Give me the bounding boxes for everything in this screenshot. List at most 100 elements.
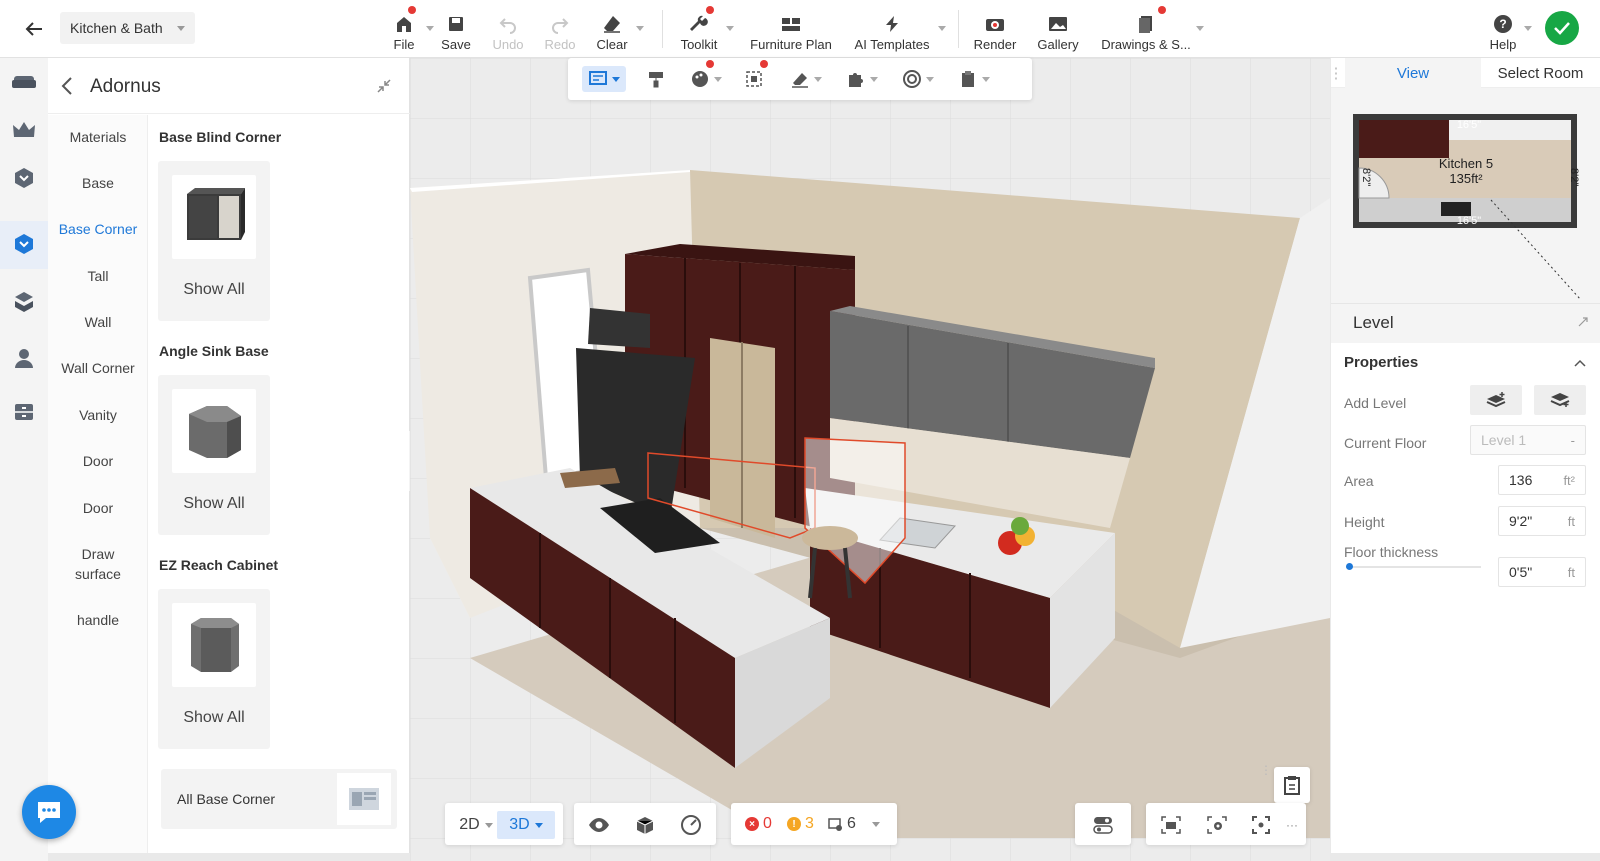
view-2d-button[interactable]: 2D <box>451 811 501 839</box>
drag-handle-icon[interactable]: ⋮ <box>1329 58 1344 88</box>
target-button[interactable] <box>902 66 942 92</box>
product-card[interactable]: Show All <box>158 589 270 749</box>
performance-button[interactable] <box>676 811 706 839</box>
category-item[interactable]: Door <box>48 451 148 471</box>
current-floor-select[interactable]: Level 1 - <box>1470 425 1586 455</box>
drag-handle-icon[interactable]: ⋮ <box>1260 763 1272 787</box>
kitchen-3d-render <box>410 58 1330 861</box>
floor-thickness-field[interactable]: 0'5" ft <box>1498 557 1586 587</box>
area-field[interactable]: 136 ft² <box>1498 465 1586 495</box>
rail-profile-button[interactable] <box>0 334 48 382</box>
clipboard-float-button[interactable] <box>1274 767 1310 803</box>
drawings-button[interactable]: Drawings & S... <box>1100 6 1204 52</box>
error-count[interactable]: × 0 <box>745 815 772 833</box>
show-all-link[interactable]: Show All <box>158 495 270 513</box>
product-card[interactable]: Show All <box>158 375 270 535</box>
chevron-down-icon <box>814 76 822 82</box>
comment-mode-button[interactable] <box>582 66 626 92</box>
render-button[interactable]: Render <box>973 6 1017 52</box>
clipboard-button[interactable] <box>958 66 998 92</box>
category-item[interactable]: Wall Corner <box>48 358 148 378</box>
furniture-plan-icon <box>782 18 800 31</box>
view-mode-group: 2D 3D <box>445 803 563 845</box>
show-all-link[interactable]: Show All <box>158 709 270 727</box>
rail-models-button[interactable] <box>0 278 48 326</box>
level-title: Level <box>1353 313 1394 332</box>
gallery-button[interactable]: Gallery <box>1036 6 1080 52</box>
chevron-down-icon <box>926 76 934 82</box>
toolbar-divider <box>662 10 663 48</box>
fit-view-button[interactable] <box>1246 811 1276 839</box>
add-level-below-button[interactable] <box>1534 385 1586 415</box>
rail-storage-button[interactable] <box>0 388 48 436</box>
plugin-button[interactable] <box>846 66 886 92</box>
category-item[interactable]: Draw surface <box>48 544 148 584</box>
rail-brand-button[interactable] <box>0 154 48 202</box>
confirm-button[interactable] <box>1545 11 1579 45</box>
select-area-button[interactable] <box>744 60 774 92</box>
clear-button[interactable]: Clear <box>592 6 644 52</box>
more-options-button[interactable]: ··· <box>1282 811 1302 839</box>
back-button[interactable] <box>14 12 54 46</box>
category-item-active[interactable]: Base Corner <box>48 219 148 239</box>
undo-button[interactable]: Undo <box>487 6 529 52</box>
category-item[interactable]: Materials <box>48 127 148 147</box>
tab-select-room[interactable]: Select Room <box>1481 58 1600 88</box>
eraser-icon <box>604 16 620 33</box>
chevron-down-icon <box>534 822 543 828</box>
category-item[interactable]: Base <box>48 173 148 193</box>
checkmark-icon <box>1554 22 1570 35</box>
toggle-settings-button[interactable] <box>1088 811 1118 839</box>
3d-model-button[interactable] <box>630 811 660 839</box>
measure-tool-button[interactable] <box>790 66 830 92</box>
furniture-plan-button[interactable]: Furniture Plan <box>748 6 834 52</box>
category-item[interactable]: Door <box>48 498 148 518</box>
height-field[interactable]: 9'2" ft <box>1498 506 1586 536</box>
item-count[interactable]: 6 <box>827 815 856 833</box>
chevron-down-icon[interactable] <box>872 822 880 827</box>
catalog-back-button[interactable] <box>60 76 74 99</box>
sofa-icon <box>12 76 36 88</box>
category-item[interactable]: Vanity <box>48 405 148 425</box>
rail-premium-button[interactable] <box>0 106 48 154</box>
minimap-dim-left: 8'2" <box>1360 168 1372 186</box>
help-button[interactable]: ? Help <box>1486 6 1532 52</box>
paint-roller-button[interactable] <box>646 66 674 92</box>
minimap-room-area: 135ft² <box>1449 171 1483 186</box>
file-button[interactable]: File <box>386 6 434 52</box>
warning-count[interactable]: ! 3 <box>787 815 814 833</box>
toolkit-button[interactable]: Toolkit <box>676 6 734 52</box>
collapse-panel-button[interactable] <box>376 78 392 97</box>
category-item[interactable]: Tall <box>48 266 148 286</box>
chevron-down-icon <box>612 76 620 82</box>
ai-templates-button[interactable]: AI Templates <box>852 6 946 52</box>
redo-button[interactable]: Redo <box>540 6 580 52</box>
expand-icon[interactable] <box>1577 316 1589 328</box>
view-3d-button[interactable]: 3D <box>497 811 555 839</box>
chat-button[interactable] <box>22 785 76 839</box>
category-item[interactable]: handle <box>48 610 148 630</box>
shrink-icon <box>377 79 391 93</box>
floor-thickness-slider-thumb[interactable] <box>1346 563 1353 570</box>
all-base-corner-button[interactable]: All Base Corner <box>161 769 397 829</box>
product-card[interactable]: Show All <box>158 161 270 321</box>
tab-view[interactable]: View <box>1345 58 1481 88</box>
gauge-icon <box>681 815 701 835</box>
project-selector[interactable]: Kitchen & Bath <box>60 12 195 44</box>
color-palette-button[interactable] <box>690 60 732 92</box>
3d-viewport[interactable] <box>410 58 1330 861</box>
camera-settings-button[interactable] <box>1202 811 1232 839</box>
minimap[interactable]: Kitchen 5 135ft² 16'5" 16'5" 8'2" 8'2" <box>1331 88 1600 303</box>
visibility-button[interactable] <box>584 811 614 839</box>
rail-furniture-button[interactable] <box>0 58 48 106</box>
camera-view-button[interactable] <box>1156 811 1186 839</box>
category-item[interactable]: Wall <box>48 312 148 332</box>
chevron-up-icon[interactable] <box>1573 358 1587 368</box>
help-icon: ? <box>1494 15 1512 33</box>
rail-kitchen-button[interactable] <box>0 221 48 269</box>
save-button[interactable]: Save <box>438 6 474 52</box>
floor-thickness-slider-track[interactable] <box>1346 566 1481 568</box>
add-level-above-button[interactable] <box>1470 385 1522 415</box>
show-all-link[interactable]: Show All <box>158 281 270 299</box>
current-floor-label: Current Floor <box>1344 435 1427 451</box>
